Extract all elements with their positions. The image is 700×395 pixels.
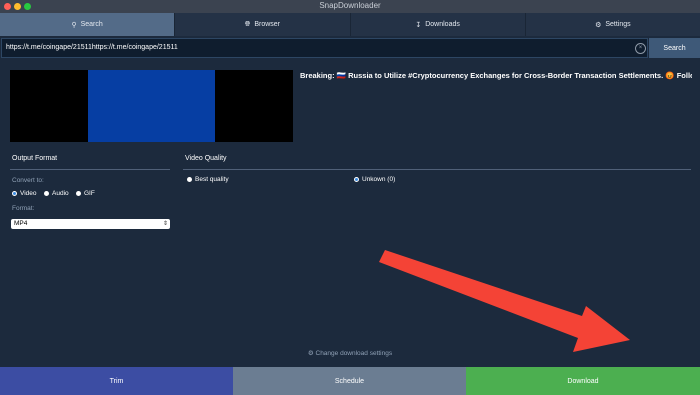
download-button[interactable]: Download: [466, 367, 700, 395]
change-settings-label: Change download settings: [315, 350, 393, 357]
trim-button[interactable]: Trim: [0, 367, 233, 395]
gear-icon: ⚙: [307, 350, 314, 357]
change-download-settings-link[interactable]: ⚙ Change download settings: [300, 349, 400, 357]
arrow-shape: [379, 250, 630, 352]
bottom-action-bar: Trim Schedule Download: [0, 367, 700, 395]
schedule-button[interactable]: Schedule: [233, 367, 466, 395]
annotation-arrow: [379, 250, 630, 352]
